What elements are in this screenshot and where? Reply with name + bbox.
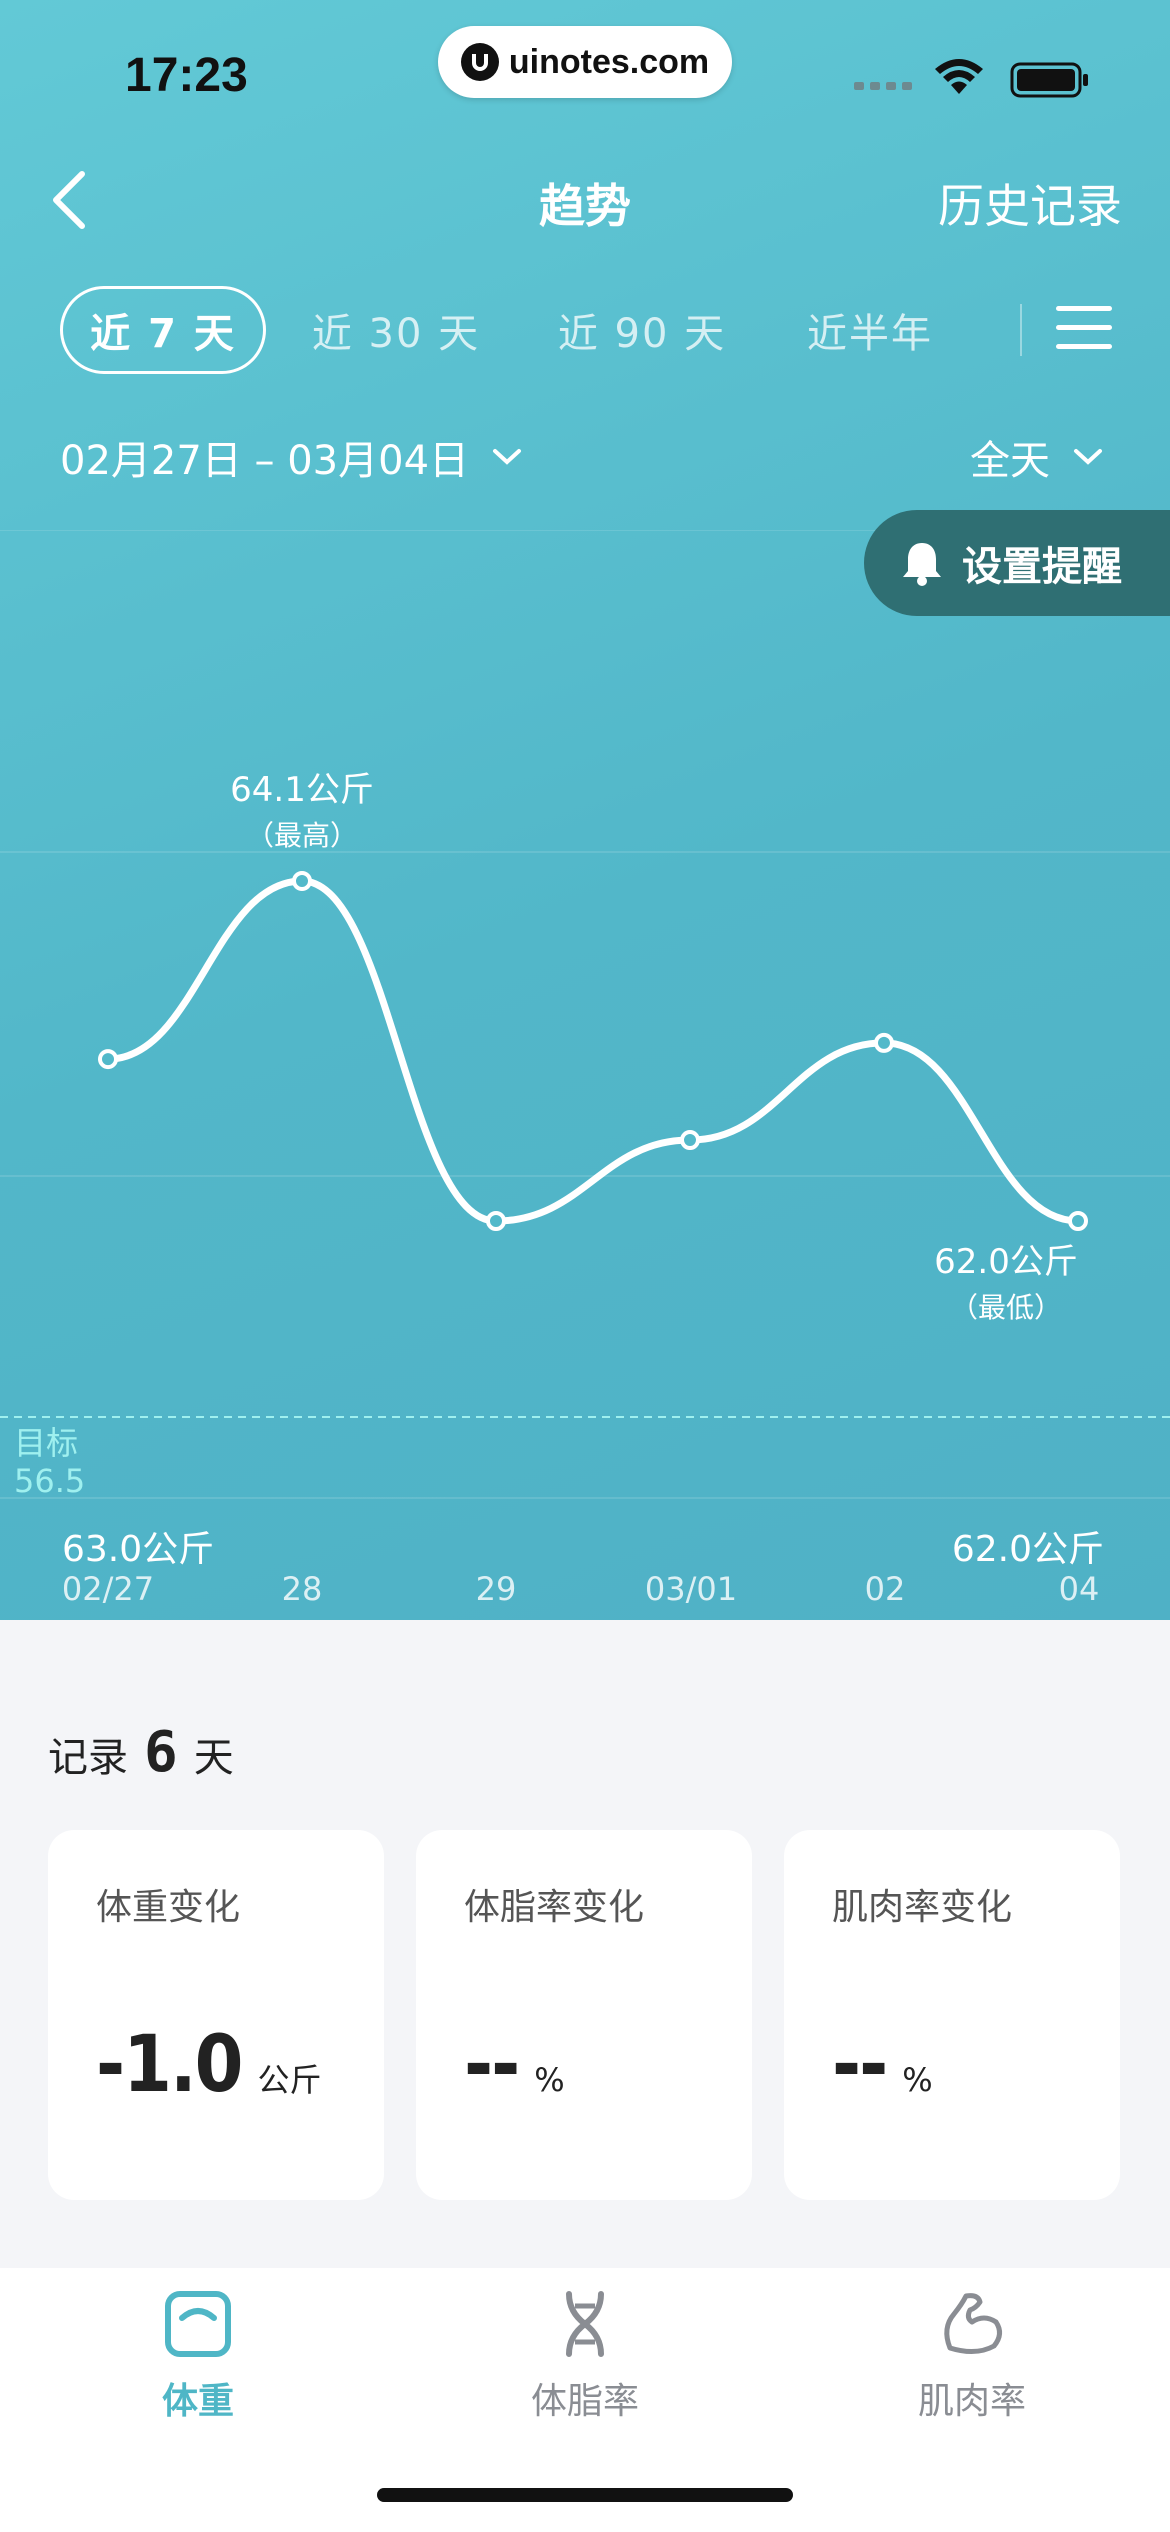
data-point[interactable]	[680, 1130, 700, 1151]
card-title: 肌肉率变化	[832, 1887, 1013, 1928]
url-pill: uinotes.com	[438, 26, 732, 98]
x-tick-label: 03/01	[644, 1570, 738, 1608]
time-filter-selector[interactable]: 全天	[970, 428, 1104, 486]
card-value-number: -1.0	[96, 2020, 243, 2110]
tab-7-days[interactable]: 近 7 天	[60, 286, 266, 374]
time-filter-label: 全天	[970, 438, 1050, 484]
min-value-label: 62.0公斤	[934, 1242, 1078, 1282]
weight-trend-chart: 64.1公斤 （最高） 62.0公斤 （最低）	[0, 530, 1170, 1499]
chevron-down-icon	[493, 449, 522, 465]
x-tick-label: 28	[281, 1570, 323, 1608]
data-point[interactable]	[874, 1032, 894, 1053]
date-range-selector[interactable]: 02月27日 – 03月04日	[60, 428, 523, 486]
card-value-unit: %	[902, 2061, 933, 2099]
history-button[interactable]: 历史记录	[938, 170, 1122, 236]
records-count: 记录 6 天	[48, 1720, 234, 1785]
records-prefix: 记录	[48, 1735, 128, 1781]
card-title: 体重变化	[96, 1887, 241, 1928]
battery-icon	[1010, 62, 1088, 98]
card-value: -- %	[464, 2020, 565, 2110]
set-reminder-button[interactable]: 设置提醒	[864, 510, 1170, 616]
min-note-label: （最低）	[950, 1291, 1062, 1324]
muscle-icon	[944, 2293, 1002, 2354]
weight-change-card[interactable]: 体重变化 -1.0 公斤	[48, 1830, 384, 2200]
tab-label: 体重	[161, 2381, 234, 2422]
first-value: 63.0公斤	[62, 1529, 215, 1570]
weight-series-line	[104, 877, 1082, 1225]
muscle-change-card[interactable]: 肌肉率变化 -- %	[784, 1830, 1120, 2200]
uinotes-logo-icon	[460, 43, 499, 81]
x-tick-label: 02/27	[61, 1570, 155, 1608]
goal-value: 56.5	[14, 1462, 86, 1500]
card-title: 体脂率变化	[464, 1887, 645, 1928]
tab-30-days[interactable]: 近 30 天	[296, 286, 496, 374]
goal-label: 目标 56.5	[14, 1424, 85, 1500]
card-value-unit: 公斤	[257, 2061, 322, 2099]
tab-muscle[interactable]: 肌肉率	[872, 2288, 1072, 2424]
max-value-label: 64.1公斤	[230, 770, 374, 810]
goal-title: 目标	[14, 1424, 79, 1462]
status-time: 17:23	[125, 49, 248, 102]
date-range-label: 02月27日 – 03月04日	[60, 438, 470, 484]
home-indicator	[377, 2488, 793, 2502]
tab-90-days[interactable]: 近 90 天	[542, 286, 742, 374]
card-value: -- %	[832, 2020, 933, 2110]
tab-label: 体脂率	[530, 2381, 639, 2422]
tab-weight[interactable]: 体重	[98, 2288, 298, 2424]
tab-body-fat[interactable]: 体脂率	[485, 2288, 685, 2424]
card-value-number: --	[832, 2020, 888, 2110]
url-text: uinotes.com	[508, 42, 710, 81]
scale-icon	[165, 2291, 231, 2357]
chevron-down-icon	[1074, 449, 1102, 465]
trend-panel: 17:23 uinotes.com 趋势 历史记录 近 7 天 近 30 天 近…	[0, 0, 1170, 1620]
x-tick-label: 04	[1058, 1570, 1100, 1608]
data-point[interactable]	[486, 1211, 506, 1231]
data-point[interactable]	[1068, 1211, 1088, 1231]
menu-icon[interactable]	[1056, 306, 1112, 350]
records-number: 6	[144, 1720, 178, 1785]
body-fat-change-card[interactable]: 体脂率变化 -- %	[416, 1830, 752, 2200]
last-value: 62.0公斤	[951, 1529, 1104, 1570]
tab-half-year[interactable]: 近半年	[790, 286, 950, 374]
data-point[interactable]	[292, 871, 312, 891]
data-point[interactable]	[98, 1049, 118, 1070]
records-suffix: 天	[193, 1735, 234, 1781]
reminder-label: 设置提醒	[962, 544, 1122, 590]
x-tick-label: 29	[475, 1570, 517, 1608]
card-value-number: --	[464, 2020, 520, 2110]
signal-icon	[854, 82, 912, 90]
wifi-icon	[935, 59, 983, 94]
dna-icon	[566, 2291, 604, 2357]
x-tick-label: 02	[864, 1570, 906, 1608]
card-value-unit: %	[534, 2061, 565, 2099]
max-note-label: （最高）	[246, 819, 358, 852]
card-value: -1.0 公斤	[96, 2020, 321, 2110]
bell-icon	[903, 543, 941, 586]
tab-divider	[1020, 304, 1022, 356]
tab-label: 肌肉率	[917, 2381, 1026, 2422]
